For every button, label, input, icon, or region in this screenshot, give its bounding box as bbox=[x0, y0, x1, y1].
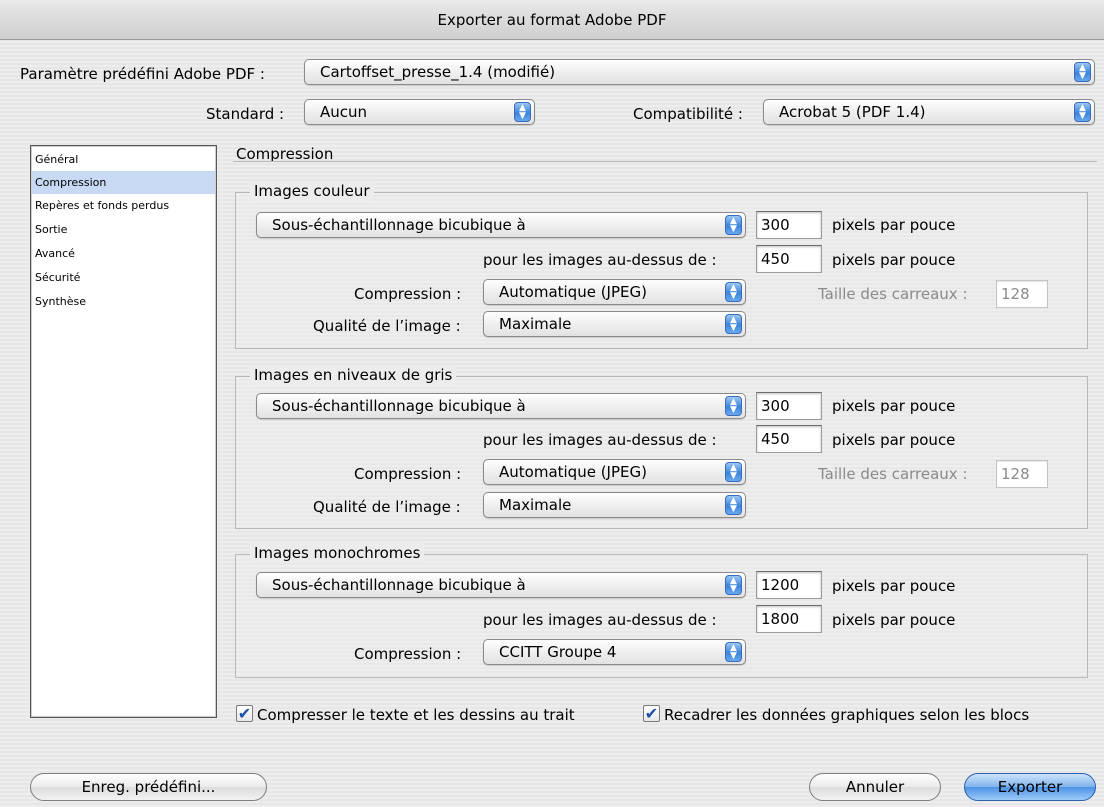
sidebar-item-general[interactable]: Général bbox=[32, 148, 215, 171]
color-quality-value: Maximale bbox=[499, 315, 572, 333]
updown-arrow-icon: ▲ ▼ bbox=[514, 102, 531, 122]
standard-popup[interactable]: Aucun ▲ ▼ bbox=[304, 99, 535, 125]
mono-ppi-field[interactable]: 1200 bbox=[756, 571, 822, 599]
gray-quality-popup[interactable]: Maximale ▲ ▼ bbox=[483, 492, 746, 518]
updown-arrow-icon: ▲ ▼ bbox=[725, 314, 742, 334]
color-tile-label: Taille des carreaux : bbox=[818, 285, 968, 303]
window-title: Exporter au format Adobe PDF bbox=[0, 0, 1104, 40]
gray-sampling-value: Sous-échantillonnage bicubique à bbox=[272, 397, 526, 415]
compress-text-checkbox[interactable]: ✔ bbox=[236, 705, 253, 722]
gray-tile-field[interactable]: 128 bbox=[996, 460, 1048, 488]
color-compression-popup[interactable]: Automatique (JPEG) ▲ ▼ bbox=[483, 279, 746, 305]
gray-compression-label: Compression : bbox=[354, 465, 462, 483]
gray-ppi-field[interactable]: 300 bbox=[756, 392, 822, 420]
color-group-title: Images couleur bbox=[250, 181, 374, 201]
sidebar-item-compression[interactable]: Compression bbox=[32, 171, 215, 194]
sidebar-item-output[interactable]: Sortie bbox=[32, 218, 215, 241]
updown-arrow-icon: ▲ ▼ bbox=[725, 642, 742, 662]
category-list[interactable]: Général Compression Repères et fonds per… bbox=[30, 145, 217, 718]
sidebar-item-security[interactable]: Sécurité bbox=[32, 266, 215, 289]
crop-image-checkbox[interactable]: ✔ bbox=[643, 705, 660, 722]
gray-quality-label: Qualité de l’image : bbox=[313, 498, 461, 516]
compat-value: Acrobat 5 (PDF 1.4) bbox=[779, 103, 926, 121]
color-compression-value: Automatique (JPEG) bbox=[499, 283, 647, 301]
sidebar-item-marks-bleeds[interactable]: Repères et fonds perdus bbox=[32, 194, 215, 217]
gray-above-unit: pixels par pouce bbox=[832, 431, 956, 449]
gray-group-title: Images en niveaux de gris bbox=[250, 365, 457, 385]
color-tile-field[interactable]: 128 bbox=[996, 280, 1048, 308]
mono-sampling-value: Sous-échantillonnage bicubique à bbox=[272, 576, 526, 594]
color-above-label: pour les images au-dessus de : bbox=[483, 251, 717, 269]
color-quality-popup[interactable]: Maximale ▲ ▼ bbox=[483, 311, 746, 337]
mono-ppi-unit: pixels par pouce bbox=[832, 577, 956, 595]
preset-value: Cartoffset_presse_1.4 (modifié) bbox=[320, 63, 556, 81]
mono-above-field[interactable]: 1800 bbox=[756, 605, 822, 633]
mono-compression-label: Compression : bbox=[354, 645, 462, 663]
updown-arrow-icon: ▲ ▼ bbox=[1074, 62, 1091, 82]
mono-above-unit: pixels par pouce bbox=[832, 611, 956, 629]
updown-arrow-icon: ▲ ▼ bbox=[725, 215, 742, 235]
updown-arrow-icon: ▲ ▼ bbox=[725, 462, 742, 482]
gray-ppi-unit: pixels par pouce bbox=[832, 397, 956, 415]
gray-tile-label: Taille des carreaux : bbox=[818, 465, 968, 483]
preset-label: Paramètre prédéfini Adobe PDF : bbox=[20, 65, 265, 83]
compat-label: Compatibilité : bbox=[633, 105, 743, 123]
compress-text-label[interactable]: Compresser le texte et les dessins au tr… bbox=[257, 705, 575, 725]
sidebar-item-advanced[interactable]: Avancé bbox=[32, 242, 215, 265]
color-above-field[interactable]: 450 bbox=[756, 245, 822, 273]
gray-compression-popup[interactable]: Automatique (JPEG) ▲ ▼ bbox=[483, 459, 746, 485]
crop-image-label[interactable]: Recadrer les données graphiques selon le… bbox=[664, 705, 1029, 725]
updown-arrow-icon: ▲ ▼ bbox=[725, 495, 742, 515]
export-pdf-dialog: Exporter au format Adobe PDF Paramètre p… bbox=[0, 0, 1104, 807]
gray-above-field[interactable]: 450 bbox=[756, 425, 822, 453]
gray-compression-value: Automatique (JPEG) bbox=[499, 463, 647, 481]
updown-arrow-icon: ▲ ▼ bbox=[725, 575, 742, 595]
color-sampling-popup[interactable]: Sous-échantillonnage bicubique à ▲ ▼ bbox=[256, 212, 746, 238]
section-divider bbox=[233, 161, 1097, 162]
color-ppi-unit: pixels par pouce bbox=[832, 216, 956, 234]
color-sampling-value: Sous-échantillonnage bicubique à bbox=[272, 216, 526, 234]
gray-sampling-popup[interactable]: Sous-échantillonnage bicubique à ▲ ▼ bbox=[256, 393, 746, 419]
save-preset-button[interactable]: Enreg. prédéfini... bbox=[30, 773, 267, 801]
color-quality-label: Qualité de l’image : bbox=[313, 317, 461, 335]
mono-group-title: Images monochromes bbox=[250, 543, 425, 563]
export-button[interactable]: Exporter bbox=[964, 773, 1096, 801]
cancel-button[interactable]: Annuler bbox=[809, 773, 941, 801]
mono-above-label: pour les images au-dessus de : bbox=[483, 611, 717, 629]
gray-above-label: pour les images au-dessus de : bbox=[483, 431, 717, 449]
mono-sampling-popup[interactable]: Sous-échantillonnage bicubique à ▲ ▼ bbox=[256, 572, 746, 598]
gray-quality-value: Maximale bbox=[499, 496, 572, 514]
standard-label: Standard : bbox=[206, 105, 285, 123]
compat-popup[interactable]: Acrobat 5 (PDF 1.4) ▲ ▼ bbox=[763, 99, 1095, 125]
updown-arrow-icon: ▲ ▼ bbox=[1074, 102, 1091, 122]
standard-value: Aucun bbox=[320, 103, 368, 121]
color-above-unit: pixels par pouce bbox=[832, 251, 956, 269]
mono-compression-value: CCITT Groupe 4 bbox=[499, 643, 617, 661]
sidebar-item-summary[interactable]: Synthèse bbox=[32, 290, 215, 313]
color-ppi-field[interactable]: 300 bbox=[756, 211, 822, 239]
updown-arrow-icon: ▲ ▼ bbox=[725, 396, 742, 416]
mono-compression-popup[interactable]: CCITT Groupe 4 ▲ ▼ bbox=[483, 639, 746, 665]
preset-popup[interactable]: Cartoffset_presse_1.4 (modifié) ▲ ▼ bbox=[304, 59, 1095, 85]
color-compression-label: Compression : bbox=[354, 285, 462, 303]
updown-arrow-icon: ▲ ▼ bbox=[725, 282, 742, 302]
